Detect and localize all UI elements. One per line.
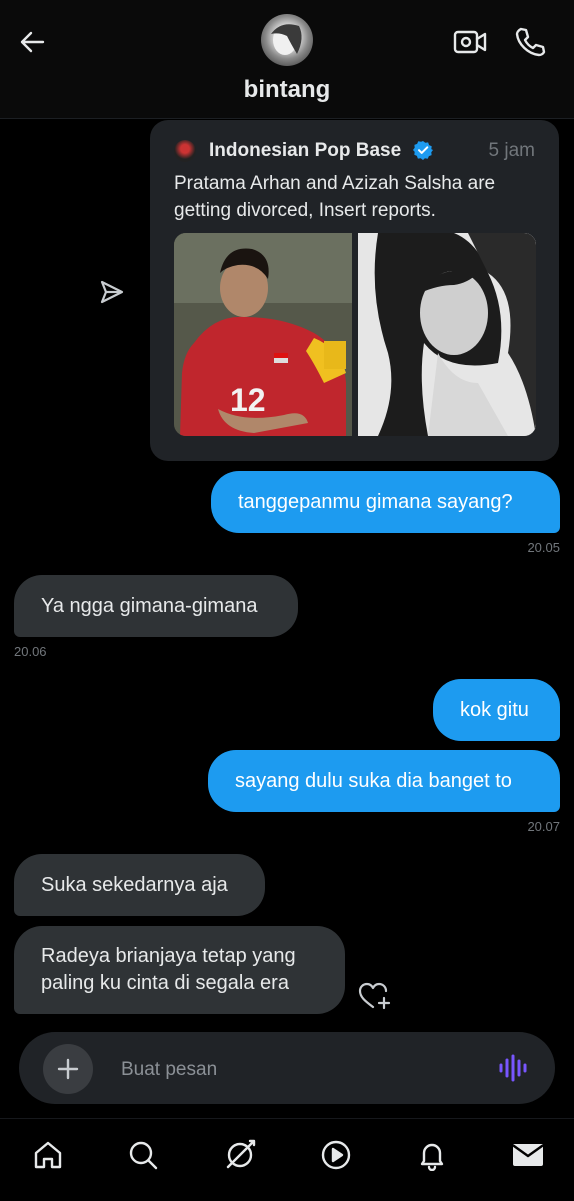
arrow-left-icon[interactable]: [14, 24, 50, 60]
post-text: Pratama Arhan and Azizah Salsha are gett…: [174, 173, 496, 221]
source-avatar: [174, 140, 196, 162]
message-timestamp: 20.05: [527, 540, 560, 555]
mail-icon[interactable]: [498, 1119, 558, 1191]
post-image-footballer[interactable]: 12: [174, 233, 352, 436]
contact-name[interactable]: bintang: [0, 76, 574, 104]
search-icon[interactable]: [113, 1119, 173, 1191]
message-input[interactable]: [119, 1056, 483, 1084]
grok-icon[interactable]: [210, 1119, 270, 1191]
message-text: kok gitu: [460, 698, 529, 721]
plus-icon: [57, 1058, 79, 1080]
avatar[interactable]: [261, 14, 313, 66]
post-time: 5 jam: [488, 140, 535, 161]
shared-post-card[interactable]: Indonesian Pop Base 5 jam Pratama Arhan …: [150, 120, 559, 461]
message-text: Radeya brianjaya tetap yang paling ku ci…: [41, 945, 296, 994]
message-bubble-outgoing[interactable]: sayang dulu suka dia banget to: [208, 750, 560, 812]
video-camera-icon[interactable]: [452, 24, 488, 60]
message-timestamp: 20.06: [14, 644, 47, 659]
heart-plus-icon[interactable]: [357, 980, 393, 1012]
home-icon[interactable]: [18, 1119, 78, 1191]
chat-header: bintang: [0, 0, 574, 119]
waveform-icon[interactable]: [497, 1052, 529, 1084]
add-attachment-button[interactable]: [43, 1044, 93, 1094]
message-bubble-outgoing[interactable]: tanggepanmu gimana sayang?: [211, 471, 560, 533]
message-text: Ya ngga gimana-gimana: [41, 594, 258, 617]
message-bubble-incoming[interactable]: Radeya brianjaya tetap yang paling ku ci…: [14, 926, 345, 1014]
post-image-portrait[interactable]: [358, 233, 536, 436]
message-text: tanggepanmu gimana sayang?: [238, 490, 513, 513]
jersey-number: 12: [230, 382, 266, 418]
message-composer: [19, 1032, 555, 1104]
bottom-navigation: [0, 1118, 574, 1201]
message-bubble-outgoing[interactable]: kok gitu: [433, 679, 560, 741]
verified-badge-icon: [413, 140, 433, 160]
phone-icon[interactable]: [512, 24, 548, 60]
play-icon[interactable]: [306, 1119, 366, 1191]
message-bubble-incoming[interactable]: Ya ngga gimana-gimana: [14, 575, 298, 637]
message-text: Suka sekedarnya aja: [41, 873, 228, 896]
post-source-name: Indonesian Pop Base: [209, 140, 402, 161]
paper-plane-icon[interactable]: [98, 278, 126, 306]
message-text: sayang dulu suka dia banget to: [235, 769, 512, 792]
bell-icon[interactable]: [402, 1119, 462, 1191]
message-timestamp: 20.07: [527, 819, 560, 834]
message-bubble-incoming[interactable]: Suka sekedarnya aja: [14, 854, 265, 916]
